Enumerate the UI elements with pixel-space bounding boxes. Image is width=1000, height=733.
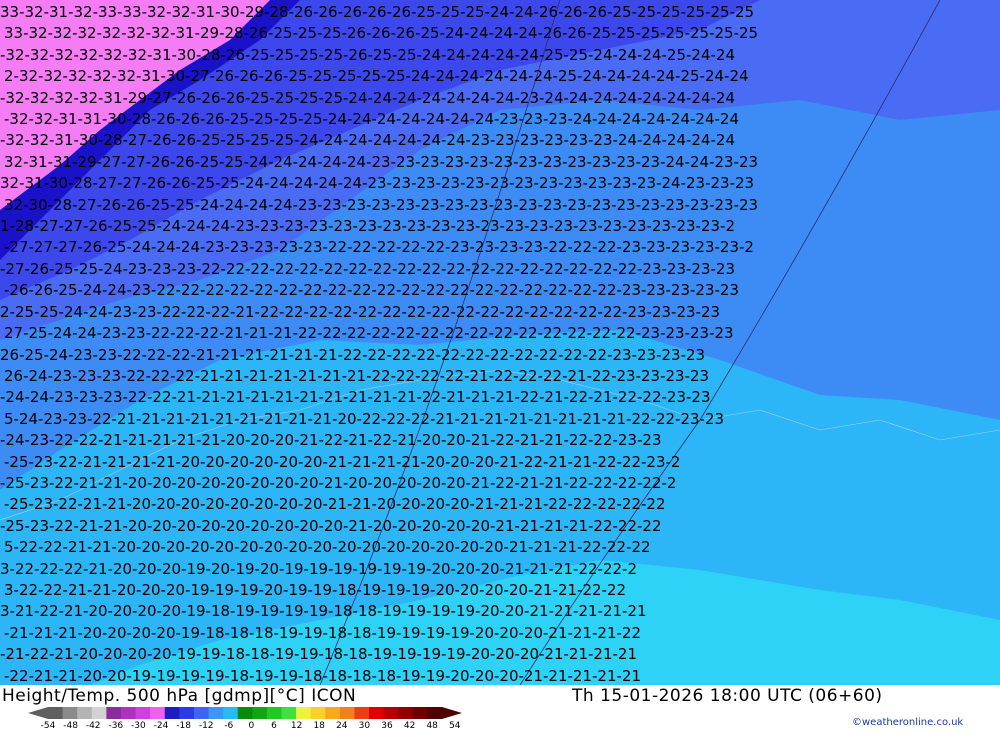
legend-swatch	[179, 707, 195, 719]
legend-tick-label: -24	[153, 721, 169, 731]
contour-label-row: -27-27-27-26-25-24-24-24-23-23-23-23-23-…	[4, 238, 754, 256]
legend-tick-label: 12	[290, 721, 303, 731]
legend-tick-label: -18	[176, 721, 191, 731]
legend-tick-label: 18	[313, 721, 325, 731]
contour-label-row: 2-32-32-32-32-32-31-30-27-26-26-26-25-25…	[4, 67, 749, 85]
temperature-field: 33-32-31-32-33-33-32-32-31-30-29-28-26-2…	[0, 0, 1000, 685]
legend-swatch	[237, 707, 253, 719]
contour-label-row: 32-31-31-29-27-27-26-26-25-25-24-24-24-2…	[4, 153, 758, 171]
contour-label-row: 33-32-32-32-32-32-32-31-29-28-26-25-25-2…	[4, 24, 758, 42]
contour-label-row: 3-22-22-21-21-20-20-20-19-19-19-20-19-19…	[4, 581, 626, 599]
legend-swatch	[398, 707, 414, 719]
footer: Height/Temp. 500 hPa [gdmp][°C] ICON Th …	[0, 685, 1000, 733]
contour-label-row: 5-22-22-21-21-20-20-20-20-20-20-20-20-20…	[4, 538, 651, 556]
contour-label-row: -21-21-21-20-20-20-20-19-18-18-18-19-19-…	[4, 624, 641, 642]
legend-swatch	[310, 707, 326, 719]
legend-swatch	[164, 707, 180, 719]
legend-tick-label: 48	[426, 721, 438, 731]
legend-tick-label: 36	[381, 721, 393, 731]
legend-swatch	[369, 707, 385, 719]
contour-label-row: -22-21-21-20-20-19-19-19-19-18-19-19-18-…	[4, 667, 641, 685]
legend-swatch	[354, 707, 370, 719]
legend-swatch	[48, 707, 64, 719]
contour-label-row: -32-32-32-32-31-29-27-26-26-26-25-25-25-…	[0, 89, 735, 107]
legend-swatch	[325, 707, 341, 719]
legend-tick-label: -30	[131, 721, 146, 731]
legend-swatch	[223, 707, 239, 719]
contour-label-row: -25-23-22-21-21-20-20-20-20-20-20-20-20-…	[0, 474, 676, 492]
contour-label-row: 32-30-28-27-26-26-25-25-24-24-24-24-23-2…	[4, 196, 758, 214]
contour-label-row: 26-24-23-23-23-22-22-22-21-21-21-21-21-2…	[4, 367, 709, 385]
contour-label-row: 27-25-24-24-23-23-22-22-22-21-21-21-22-2…	[4, 324, 734, 342]
contour-label-row: -25-23-22-21-21-20-20-20-20-20-20-20-20-…	[4, 495, 666, 513]
contour-label-row: -27-26-25-25-24-23-23-23-22-22-22-22-22-…	[0, 260, 735, 278]
contour-label-row: 33-32-31-32-33-33-32-32-31-30-29-28-26-2…	[0, 3, 754, 21]
legend-arrow-right	[442, 707, 462, 719]
weather-map: 33-32-31-32-33-33-32-32-31-30-29-28-26-2…	[0, 0, 1000, 685]
legend-swatch	[281, 707, 297, 719]
legend-tick-label: 6	[271, 721, 277, 731]
legend-tick-label: 30	[358, 721, 371, 731]
legend-swatch	[427, 707, 443, 719]
legend-tick-label: 0	[248, 721, 255, 731]
contour-label-row: -26-26-25-24-24-23-22-22-22-22-22-22-22-…	[4, 281, 739, 299]
contour-label-row: 5-24-23-23-22-21-21-21-21-21-21-21-21-21…	[4, 410, 724, 428]
legend-tick-label: 42	[403, 721, 416, 731]
color-legend	[28, 707, 462, 719]
legend-tick-label: -48	[63, 721, 78, 731]
chart-title: Height/Temp. 500 hPa [gdmp][°C] ICON	[2, 686, 357, 706]
legend-swatch	[252, 707, 268, 719]
contour-label-row: -32-32-32-32-32-32-31-30-28-26-25-25-25-…	[0, 46, 735, 64]
legend-swatch	[266, 707, 282, 719]
legend-arrow-left	[28, 707, 48, 719]
legend-tick-label: -12	[198, 721, 214, 731]
legend-tick-label: 24	[336, 721, 348, 731]
legend-swatch	[339, 707, 355, 719]
credit-link[interactable]: ©weatheronline.co.uk	[852, 717, 963, 728]
legend-tick-label: 54	[449, 721, 461, 731]
contour-label-row: -25-23-22-21-21-20-20-20-20-20-20-20-20-…	[0, 517, 662, 535]
legend-ticks: -54 -48 -42 -36 -30 -24 -18 -12 -6 0 6 12 18 24 30 36 42…	[0, 721, 470, 733]
contour-label-row: 3-22-22-22-21-20-20-20-19-20-19-20-19-19…	[0, 560, 637, 578]
contour-label-row: 2-25-25-24-24-23-23-22-22-22-21-22-22-22…	[0, 303, 720, 321]
contour-label-row: 32-31-30-28-27-27-26-26-25-25-24-24-24-2…	[0, 174, 754, 192]
contour-label-row: -24-23-22-22-21-21-21-21-21-20-20-20-21-…	[0, 431, 662, 449]
contour-label-row: -32-32-31-31-30-28-26-26-26-25-25-25-25-…	[4, 110, 739, 128]
legend-tick-label: -36	[108, 721, 124, 731]
legend-swatch	[383, 707, 399, 719]
contour-label-row: 1-28-27-27-26-25-25-24-24-24-23-23-23-23…	[0, 217, 735, 235]
contour-label-row: -24-24-23-23-23-22-22-21-21-21-21-21-21-…	[0, 388, 711, 406]
contour-label-row: -32-32-31-30-28-27-26-26-25-25-25-25-24-…	[0, 131, 735, 149]
legend-swatch	[412, 707, 428, 719]
contour-label-row: -25-23-22-21-21-21-21-20-20-20-20-20-20-…	[4, 453, 680, 471]
legend-swatch	[106, 707, 122, 719]
valid-time: Th 15-01-2026 18:00 UTC (06+60)	[572, 686, 883, 706]
legend-swatch	[77, 707, 93, 719]
contour-label-row: 26-25-24-23-23-22-22-22-21-21-21-21-21-2…	[0, 346, 705, 364]
legend-swatch	[193, 707, 210, 719]
legend-swatch	[91, 707, 107, 719]
legend-swatch	[296, 707, 312, 719]
legend-swatch	[135, 707, 151, 719]
legend-swatch	[120, 707, 137, 719]
legend-swatch	[150, 707, 166, 719]
contour-label-row: -21-22-21-20-20-20-20-19-19-18-18-19-19-…	[0, 645, 637, 663]
legend-tick-label: -54	[40, 721, 56, 731]
contour-label-row: 3-21-22-21-20-20-20-20-19-18-19-19-19-19…	[0, 602, 647, 620]
legend-tick-label: -42	[85, 721, 101, 731]
legend-swatch	[208, 707, 224, 719]
legend-swatch	[62, 707, 78, 719]
legend-tick-label: -6	[224, 721, 234, 731]
